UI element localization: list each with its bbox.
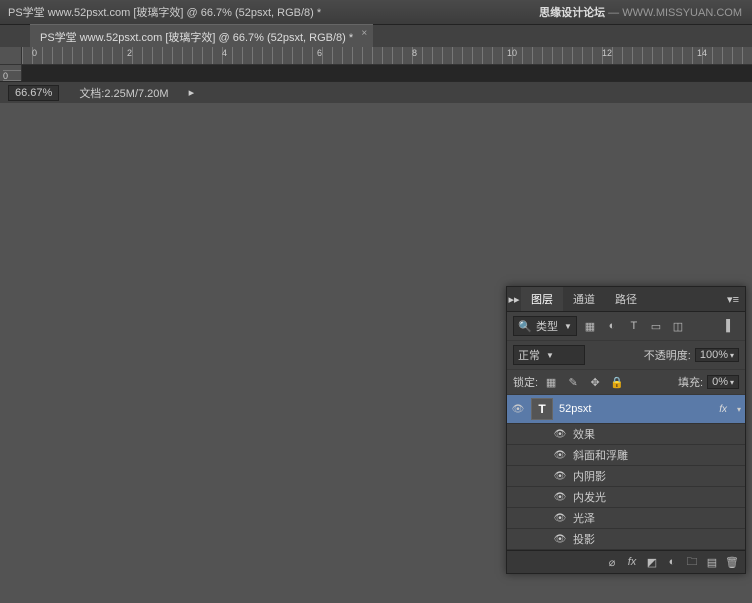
fill-label: 填充: [678, 374, 703, 390]
visibility-icon[interactable]: 👁 [553, 534, 567, 545]
ruler-corner [0, 47, 22, 65]
opacity-input[interactable]: 100%▾ [695, 348, 739, 362]
effect-inner-glow[interactable]: 👁 内发光 [507, 487, 745, 508]
opacity-label: 不透明度: [644, 347, 691, 363]
filter-toggle[interactable]: ▌ [721, 318, 739, 334]
layer-list: 👁 T 52psxt fx ▾ 👁 效果 👁 斜面和浮雕 👁 内阴影 👁 内发光… [507, 395, 745, 550]
filter-smart-icon[interactable]: ◫ [669, 318, 687, 334]
visibility-icon[interactable]: 👁 [553, 429, 567, 440]
chevron-right-icon[interactable]: ▸ [189, 86, 195, 99]
chevron-down-icon: ▼ [564, 322, 572, 331]
lock-paint-icon[interactable]: ✎ [564, 374, 582, 390]
filter-pixel-icon[interactable]: ▦ [581, 318, 599, 334]
chevron-down-icon: ▼ [546, 351, 554, 360]
visibility-icon[interactable]: 👁 [553, 450, 567, 461]
group-icon[interactable]: 🗀 [683, 554, 701, 570]
document-tabs: PS学堂 www.52psxt.com [玻璃字效] @ 66.7% (52ps… [0, 25, 752, 47]
blend-row: 正常 ▼ 不透明度: 100%▾ [507, 341, 745, 370]
lock-label: 锁定: [513, 374, 538, 390]
blend-mode-select[interactable]: 正常 ▼ [513, 345, 585, 365]
visibility-icon[interactable]: 👁 [553, 513, 567, 524]
effects-header[interactable]: 👁 效果 [507, 424, 745, 445]
effect-inner-shadow[interactable]: 👁 内阴影 [507, 466, 745, 487]
collapse-icon[interactable]: ▸▸ [507, 292, 521, 306]
ruler-horizontal[interactable]: 0 2 4 6 8 10 12 14 [22, 47, 752, 65]
zoom-field[interactable]: 66.67% [8, 85, 59, 101]
filter-type-icon[interactable]: T [625, 318, 643, 334]
tab-channels[interactable]: 通道 [563, 287, 605, 311]
title-bar: PS学堂 www.52psxt.com [玻璃字效] @ 66.7% (52ps… [0, 0, 752, 25]
fx-menu-icon[interactable]: fx [623, 554, 641, 570]
lock-move-icon[interactable]: ✥ [586, 374, 604, 390]
new-layer-icon[interactable]: ▤ [703, 554, 721, 570]
visibility-icon[interactable]: 👁 [553, 471, 567, 482]
panel-menu-icon[interactable]: ▾≡ [721, 293, 745, 306]
mask-icon[interactable]: ◩ [643, 554, 661, 570]
layer-name[interactable]: 52psxt [559, 403, 713, 415]
watermark: 思缘设计论坛 — WWW.MISSYUAN.COM [539, 4, 742, 20]
panel-footer: ⌀ fx ◩ ◐ 🗀 ▤ 🗑 [507, 550, 745, 573]
title-text: PS学堂 www.52psxt.com [玻璃字效] @ 66.7% (52ps… [8, 4, 321, 20]
filter-kind-select[interactable]: 🔍 类型 ▼ [513, 316, 577, 336]
trash-icon[interactable]: 🗑 [723, 554, 741, 570]
lock-all-icon[interactable]: 🔒 [608, 374, 626, 390]
adjustment-icon[interactable]: ◐ [663, 554, 681, 570]
effect-satin[interactable]: 👁 光泽 [507, 508, 745, 529]
layer-item[interactable]: 👁 T 52psxt fx ▾ [507, 395, 745, 424]
layer-thumb-type-icon: T [531, 398, 553, 420]
chevron-down-icon[interactable]: ▾ [737, 405, 741, 414]
tab-paths[interactable]: 路径 [605, 287, 647, 311]
document-tab[interactable]: PS学堂 www.52psxt.com [玻璃字效] @ 66.7% (52ps… [30, 24, 373, 49]
canvas-area[interactable]: 52psxt [22, 65, 752, 81]
filter-adjust-icon[interactable]: ◐ [603, 318, 621, 334]
visibility-icon[interactable]: 👁 [553, 492, 567, 503]
lock-transparent-icon[interactable]: ▦ [542, 374, 560, 390]
layer-filter-row: 🔍 类型 ▼ ▦ ◐ T ▭ ◫ ▌ [507, 312, 745, 341]
close-icon[interactable]: × [361, 28, 367, 39]
effect-bevel[interactable]: 👁 斜面和浮雕 [507, 445, 745, 466]
tab-layers[interactable]: 图层 [521, 287, 563, 311]
panel-tabs: ▸▸ 图层 通道 路径 ▾≡ [507, 287, 745, 312]
lock-row: 锁定: ▦ ✎ ✥ 🔒 填充: 0%▾ [507, 370, 745, 395]
filter-shape-icon[interactable]: ▭ [647, 318, 665, 334]
effect-drop-shadow[interactable]: 👁 投影 [507, 529, 745, 550]
ruler-vertical[interactable]: 0 2 4 6 8 1 [0, 65, 22, 81]
layers-panel: ▸▸ 图层 通道 路径 ▾≡ 🔍 类型 ▼ ▦ ◐ T ▭ ◫ ▌ 正常 ▼ 不… [506, 286, 746, 574]
status-bar: 66.67% 文档:2.25M/7.20M ▸ [0, 81, 752, 103]
fx-badge[interactable]: fx [719, 404, 727, 415]
link-layers-icon[interactable]: ⌀ [603, 554, 621, 570]
fill-input[interactable]: 0%▾ [707, 375, 739, 389]
visibility-icon[interactable]: 👁 [511, 404, 525, 415]
doc-size: 文档:2.25M/7.20M [79, 85, 168, 101]
search-icon: 🔍 [518, 319, 532, 333]
